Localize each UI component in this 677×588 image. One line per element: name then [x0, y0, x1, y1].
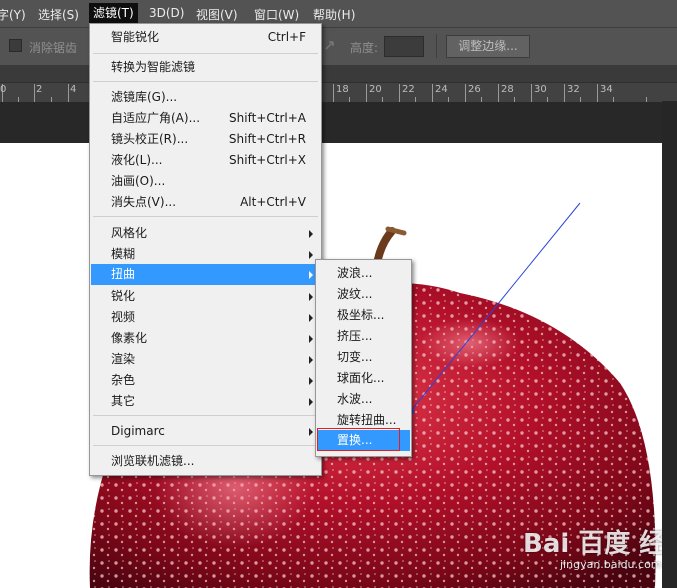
submenu-item-ripple[interactable]: 波纹... [317, 284, 410, 305]
submenu-item-wave[interactable]: 波浪... [317, 263, 410, 284]
submenu-item-spherize[interactable]: 球面化... [317, 368, 410, 389]
submenu-item-shear[interactable]: 切变... [317, 347, 410, 368]
filter-menu: 智能锐化 Ctrl+F 转换为智能滤镜 滤镜库(G)... 自适应广角(A)...… [89, 23, 322, 476]
menu-separator [93, 81, 318, 82]
menu-item-vanishing-point[interactable]: 消失点(V)... Alt+Ctrl+V [91, 192, 320, 213]
menu-item-distort[interactable]: 扭曲 [91, 264, 320, 285]
menu-item-lens-correction[interactable]: 镜头校正(R)... Shift+Ctrl+R [91, 129, 320, 150]
submenu-item-polar-coordinates[interactable]: 极坐标... [317, 305, 410, 326]
highlight-box [317, 428, 400, 451]
menu-item-pixelate[interactable]: 像素化 [91, 328, 320, 349]
menu-item-convert-smart-filter[interactable]: 转换为智能滤镜 [91, 57, 320, 78]
menu-item-adaptive-wide-angle[interactable]: 自适应广角(A)... Shift+Ctrl+A [91, 108, 320, 129]
menu-item-digimarc[interactable]: Digimarc [91, 421, 320, 442]
menu-item-liquify[interactable]: 液化(L)... Shift+Ctrl+X [91, 150, 320, 171]
chevron-right-icon [309, 356, 313, 364]
menu-separator [93, 415, 318, 416]
menu-item-other[interactable]: 其它 [91, 391, 320, 412]
chevron-right-icon [309, 314, 313, 322]
chevron-right-icon [309, 428, 313, 436]
chevron-right-icon [309, 398, 313, 406]
menu-item-filter-gallery[interactable]: 滤镜库(G)... [91, 87, 320, 108]
menu-item-smart-sharpen[interactable]: 智能锐化 Ctrl+F [91, 27, 320, 48]
submenu-item-pinch[interactable]: 挤压... [317, 326, 410, 347]
menu-separator [93, 53, 318, 54]
menu-item-noise[interactable]: 杂色 [91, 370, 320, 391]
menu-separator [93, 216, 318, 217]
chevron-right-icon [309, 335, 313, 343]
menu-item-oil-paint[interactable]: 油画(O)... [91, 171, 320, 192]
menu-item-video[interactable]: 视频 [91, 307, 320, 328]
menu-item-blur[interactable]: 模糊 [91, 244, 320, 265]
menu-separator [93, 445, 318, 446]
submenu-item-zigzag[interactable]: 水波... [317, 389, 410, 410]
chevron-right-icon [309, 271, 313, 279]
menu-item-stylize[interactable]: 风格化 [91, 223, 320, 244]
chevron-right-icon [309, 230, 313, 238]
menu-item-sharpen[interactable]: 锐化 [91, 286, 320, 307]
chevron-right-icon [309, 377, 313, 385]
menu-item-browse-online-filters[interactable]: 浏览联机滤镜... [91, 451, 320, 472]
chevron-right-icon [309, 293, 313, 301]
chevron-right-icon [309, 251, 313, 259]
menu-item-render[interactable]: 渲染 [91, 349, 320, 370]
